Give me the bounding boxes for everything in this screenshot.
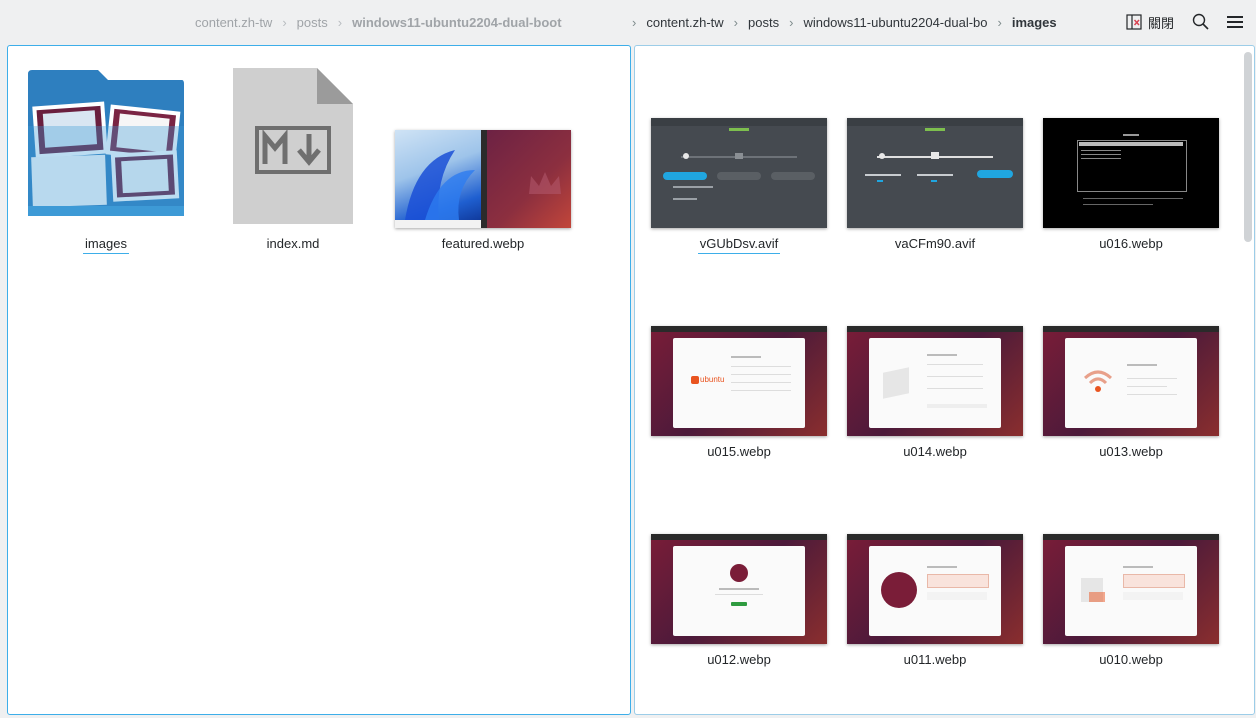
ubuntu-logo-text: ubuntu xyxy=(700,375,725,384)
hamburger-menu-icon xyxy=(1227,16,1243,28)
windows-bloom-graphic xyxy=(395,150,481,228)
file-item-images[interactable]: images xyxy=(16,66,196,266)
image-thumbnail xyxy=(651,534,827,644)
image-thumbnail: ubuntu xyxy=(651,326,827,436)
file-name: index.md xyxy=(266,236,320,251)
file-name: u012.webp xyxy=(707,652,771,667)
file-item[interactable]: u013.webp xyxy=(1041,326,1221,466)
breadcrumb-item[interactable]: content.zh-tw xyxy=(646,15,723,30)
file-item[interactable]: u011.webp xyxy=(845,534,1025,674)
chevron-right-icon: › xyxy=(733,14,739,30)
file-name: u016.webp xyxy=(1099,236,1163,251)
folder-icon xyxy=(28,70,184,216)
breadcrumb-item[interactable]: windows11-ubuntu2204-dual-bo xyxy=(803,15,987,30)
right-breadcrumb: › content.zh-tw › posts › windows11-ubun… xyxy=(632,0,1057,44)
file-name: images xyxy=(16,236,196,254)
image-thumbnail xyxy=(651,118,827,228)
ubuntu-crown-graphic xyxy=(529,172,561,194)
left-file-view[interactable]: images index.md featured.webp xyxy=(7,45,631,715)
breadcrumb-item[interactable]: images xyxy=(1012,15,1057,30)
image-thumbnail xyxy=(395,130,571,228)
chevron-right-icon: › xyxy=(997,14,1002,30)
file-name: u014.webp xyxy=(903,444,967,459)
chevron-right-icon: › xyxy=(789,14,794,30)
file-item[interactable]: u014.webp xyxy=(845,326,1025,466)
search-icon xyxy=(1192,13,1209,30)
file-name: u015.webp xyxy=(707,444,771,459)
left-breadcrumb: content.zh-tw › posts › windows11-ubuntu… xyxy=(195,0,562,44)
wifi-icon xyxy=(1083,370,1113,392)
right-file-view[interactable]: vGUbDsv.avif vaCFm90.avif u016.webp ubun… xyxy=(634,45,1255,715)
file-item-featured-webp[interactable]: featured.webp xyxy=(393,66,573,266)
vertical-scrollbar[interactable] xyxy=(1244,52,1252,704)
scrollbar-thumb[interactable] xyxy=(1244,52,1252,242)
chevron-right-icon: › xyxy=(337,14,343,30)
image-thumbnail xyxy=(1043,534,1219,644)
chevron-right-icon: › xyxy=(632,14,637,30)
file-name: vGUbDsv.avif xyxy=(649,236,829,254)
close-split-label: 關閉 xyxy=(1148,15,1175,31)
close-split-icon xyxy=(1126,14,1142,30)
breadcrumb-item[interactable]: posts xyxy=(748,15,779,30)
file-item[interactable]: vGUbDsv.avif xyxy=(649,118,829,258)
file-item[interactable]: u010.webp xyxy=(1041,534,1221,674)
toolbar: content.zh-tw › posts › windows11-ubuntu… xyxy=(0,0,1256,44)
file-item[interactable]: u012.webp xyxy=(649,534,829,674)
chevron-right-icon: › xyxy=(282,14,287,30)
file-name: vaCFm90.avif xyxy=(894,236,976,251)
file-item[interactable]: vaCFm90.avif xyxy=(845,118,1025,258)
image-thumbnail xyxy=(847,326,1023,436)
file-item-index-md[interactable]: index.md xyxy=(203,66,383,266)
close-split-button[interactable]: 關閉 xyxy=(1126,10,1174,34)
search-button[interactable] xyxy=(1192,10,1210,34)
breadcrumb-item[interactable]: posts xyxy=(297,15,328,30)
file-item[interactable]: ubuntu u015.webp xyxy=(649,326,829,466)
image-thumbnail xyxy=(1043,118,1219,228)
file-item[interactable]: u016.webp xyxy=(1041,118,1221,258)
breadcrumb-item[interactable]: content.zh-tw xyxy=(195,15,272,30)
image-thumbnail xyxy=(847,534,1023,644)
image-thumbnail xyxy=(847,118,1023,228)
image-thumbnail xyxy=(1043,326,1219,436)
file-name: u013.webp xyxy=(1099,444,1163,459)
menu-button[interactable] xyxy=(1227,10,1243,34)
markdown-file-icon xyxy=(233,68,353,224)
file-name: u011.webp xyxy=(903,652,967,667)
breadcrumb-item[interactable]: windows11-ubuntu2204-dual-boot xyxy=(352,15,561,30)
file-name: u010.webp xyxy=(1099,652,1163,667)
file-name: featured.webp xyxy=(441,236,525,251)
